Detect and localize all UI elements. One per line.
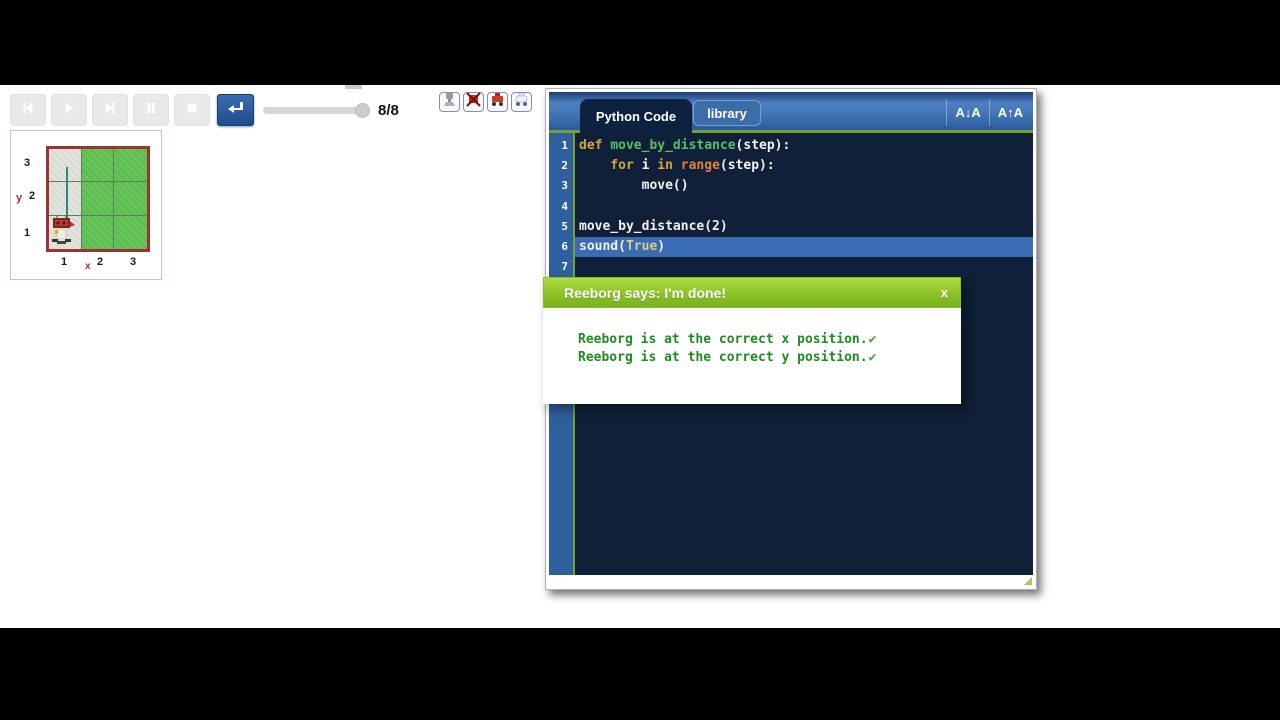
tab-python-code[interactable]: Python Code [580, 99, 692, 133]
stop-icon [185, 101, 199, 120]
play-button[interactable] [51, 94, 87, 126]
robot-rover-red-icon [490, 92, 505, 112]
line-number: 4 [561, 199, 568, 213]
robot-rover-red-button[interactable] [487, 92, 508, 112]
skip-to-start-button[interactable] [10, 94, 46, 126]
code-line[interactable] [575, 257, 1033, 277]
dialog-body: Reeborg is at the correct x position.✔ Re… [543, 308, 961, 366]
skip-to-end-button[interactable] [92, 94, 128, 126]
result-line: Reeborg is at the correct x position.✔ [578, 331, 961, 349]
world-cell-grass [114, 149, 147, 183]
robot-classic-button[interactable] [439, 92, 460, 112]
code-line[interactable]: for i in range(step): [575, 156, 1033, 176]
tab-library[interactable]: library [693, 100, 761, 126]
code-token: True [625, 238, 658, 254]
line-number: 6 [561, 240, 568, 254]
editor-header: Python Code library A↓A A↑A [549, 92, 1033, 133]
result-text: Reeborg is at the correct x position. [578, 332, 868, 347]
code-token: for [610, 158, 634, 174]
x-axis-label: x [85, 261, 91, 272]
code-token: def [579, 138, 611, 153]
code-token: i [633, 158, 658, 174]
robot-rover-white-button[interactable] [511, 92, 532, 112]
world-view: 3 2 y 1 1 x 2 3 [10, 130, 162, 280]
player-button-group [10, 94, 215, 126]
slider-thumb[interactable] [355, 102, 370, 118]
pause-icon [144, 101, 158, 120]
code-line[interactable]: move() [575, 176, 1033, 196]
world-cell-grass [114, 182, 147, 216]
code-token: (step): [735, 138, 791, 153]
robot-rover-white-icon [514, 92, 529, 112]
step-counter: 8/8 [378, 101, 399, 119]
code-line[interactable] [575, 197, 1033, 217]
robot-model-toolbar [439, 92, 532, 112]
world-cell-grass [81, 215, 115, 249]
check-icon: ✔ [868, 332, 877, 347]
step-slider[interactable] [263, 102, 370, 118]
code-token: in [657, 158, 673, 174]
y-tick-2: 2 [29, 190, 36, 202]
dialog-title: Reeborg says: I'm done! [564, 284, 727, 301]
line-number: 7 [561, 260, 568, 274]
robot-delete-icon [466, 92, 481, 112]
line-number: 3 [561, 179, 568, 193]
world-cell-grass [81, 149, 115, 183]
code-token: move_by_distance [610, 138, 736, 153]
font-decrease-button[interactable]: A↓A [946, 99, 988, 126]
x-tick-2: 2 [97, 256, 104, 268]
code-token: range [680, 158, 720, 174]
y-tick-3: 3 [24, 157, 31, 169]
player-controls: 8/8 [10, 94, 399, 126]
world-cell-grass [114, 215, 147, 249]
line-number: 2 [561, 159, 568, 173]
close-icon[interactable]: x [941, 285, 948, 300]
pause-button[interactable] [133, 94, 169, 126]
code-token: (step): [719, 158, 775, 174]
robot-delete-button[interactable] [463, 92, 484, 112]
y-tick-1: 1 [24, 227, 31, 239]
check-icon: ✔ [868, 349, 877, 365]
result-text: Reeborg is at the correct y position. [578, 349, 868, 365]
reeborg-dialog: Reeborg says: I'm done! x Reeborg is at … [543, 277, 961, 404]
robot-classic-icon [442, 92, 457, 112]
code-line-highlighted[interactable]: sound(True) [575, 236, 1033, 258]
code-line[interactable]: def move_by_distance(step): [575, 136, 1033, 156]
dialog-header: Reeborg says: I'm done! x [543, 277, 961, 308]
skip-to-start-icon [21, 101, 35, 120]
top-edge-notch [345, 85, 362, 89]
code-token: move() [579, 178, 689, 194]
x-tick-3: 3 [130, 256, 137, 268]
code-line[interactable]: move_by_distance(2) [575, 217, 1033, 237]
code-token: move_by_distance(2) [579, 218, 728, 234]
run-button[interactable] [217, 94, 254, 126]
return-arrow-icon [227, 101, 245, 120]
font-increase-button[interactable]: A↑A [988, 99, 1031, 126]
reeborg-robot [49, 215, 75, 250]
app-stage: 8/8 3 2 y 1 1 x 2 3 Python Code library … [0, 85, 1280, 628]
world-cell-grass [81, 182, 115, 216]
x-tick-1: 1 [61, 256, 68, 268]
line-number: 5 [561, 219, 568, 233]
font-size-controls: A↓A A↑A [946, 99, 1031, 126]
stop-button[interactable] [174, 94, 210, 126]
skip-to-end-icon [103, 101, 117, 120]
play-icon [62, 101, 76, 120]
result-line: Reeborg is at the correct y position.✔ [578, 349, 961, 367]
code-token: ) [657, 238, 666, 254]
y-axis-label: y [16, 192, 23, 204]
line-number: 1 [561, 139, 568, 152]
code-token: sound( [579, 238, 626, 254]
resize-handle-icon[interactable] [1024, 577, 1032, 585]
